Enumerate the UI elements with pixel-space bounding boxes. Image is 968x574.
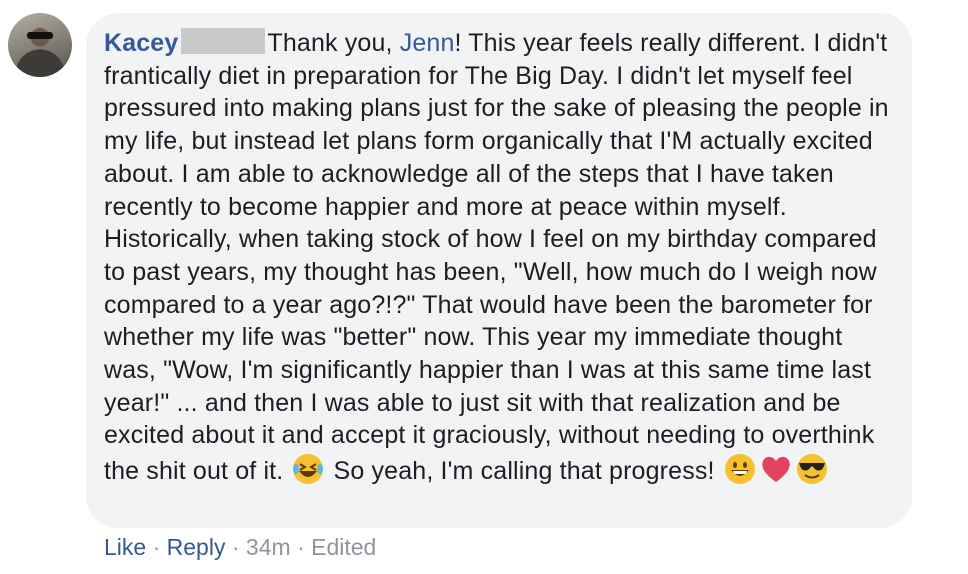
laughing-tears-emoji-icon (291, 452, 325, 486)
grinning-emoji-icon (723, 452, 757, 486)
timestamp[interactable]: 34m (246, 534, 291, 560)
mention-link[interactable]: Jenn (400, 29, 455, 57)
commenter-avatar[interactable] (8, 13, 72, 77)
heart-emoji-icon (759, 452, 793, 486)
like-link[interactable]: Like (104, 534, 146, 560)
sunglasses-detail (27, 32, 53, 39)
separator-dot: · (152, 534, 161, 560)
commenter-name[interactable]: Kacey (104, 29, 178, 57)
redacted-surname (181, 28, 266, 54)
comment-text-part: Thank you, (267, 29, 400, 57)
comment-actions: Like · Reply · 34m · Edited (104, 534, 376, 561)
separator-dot: · (231, 534, 240, 560)
comment-text-part: So yeah, I'm calling that progress! (326, 457, 722, 486)
sunglasses-emoji-icon (795, 452, 829, 486)
edited-label[interactable]: Edited (311, 534, 376, 560)
reply-link[interactable]: Reply (167, 534, 226, 560)
separator-dot: · (297, 534, 305, 560)
comment-text-part: ! This year feels really different. I di… (104, 29, 889, 486)
comment-text: Kacey Thank you, Jenn! This year feels re… (104, 27, 894, 488)
